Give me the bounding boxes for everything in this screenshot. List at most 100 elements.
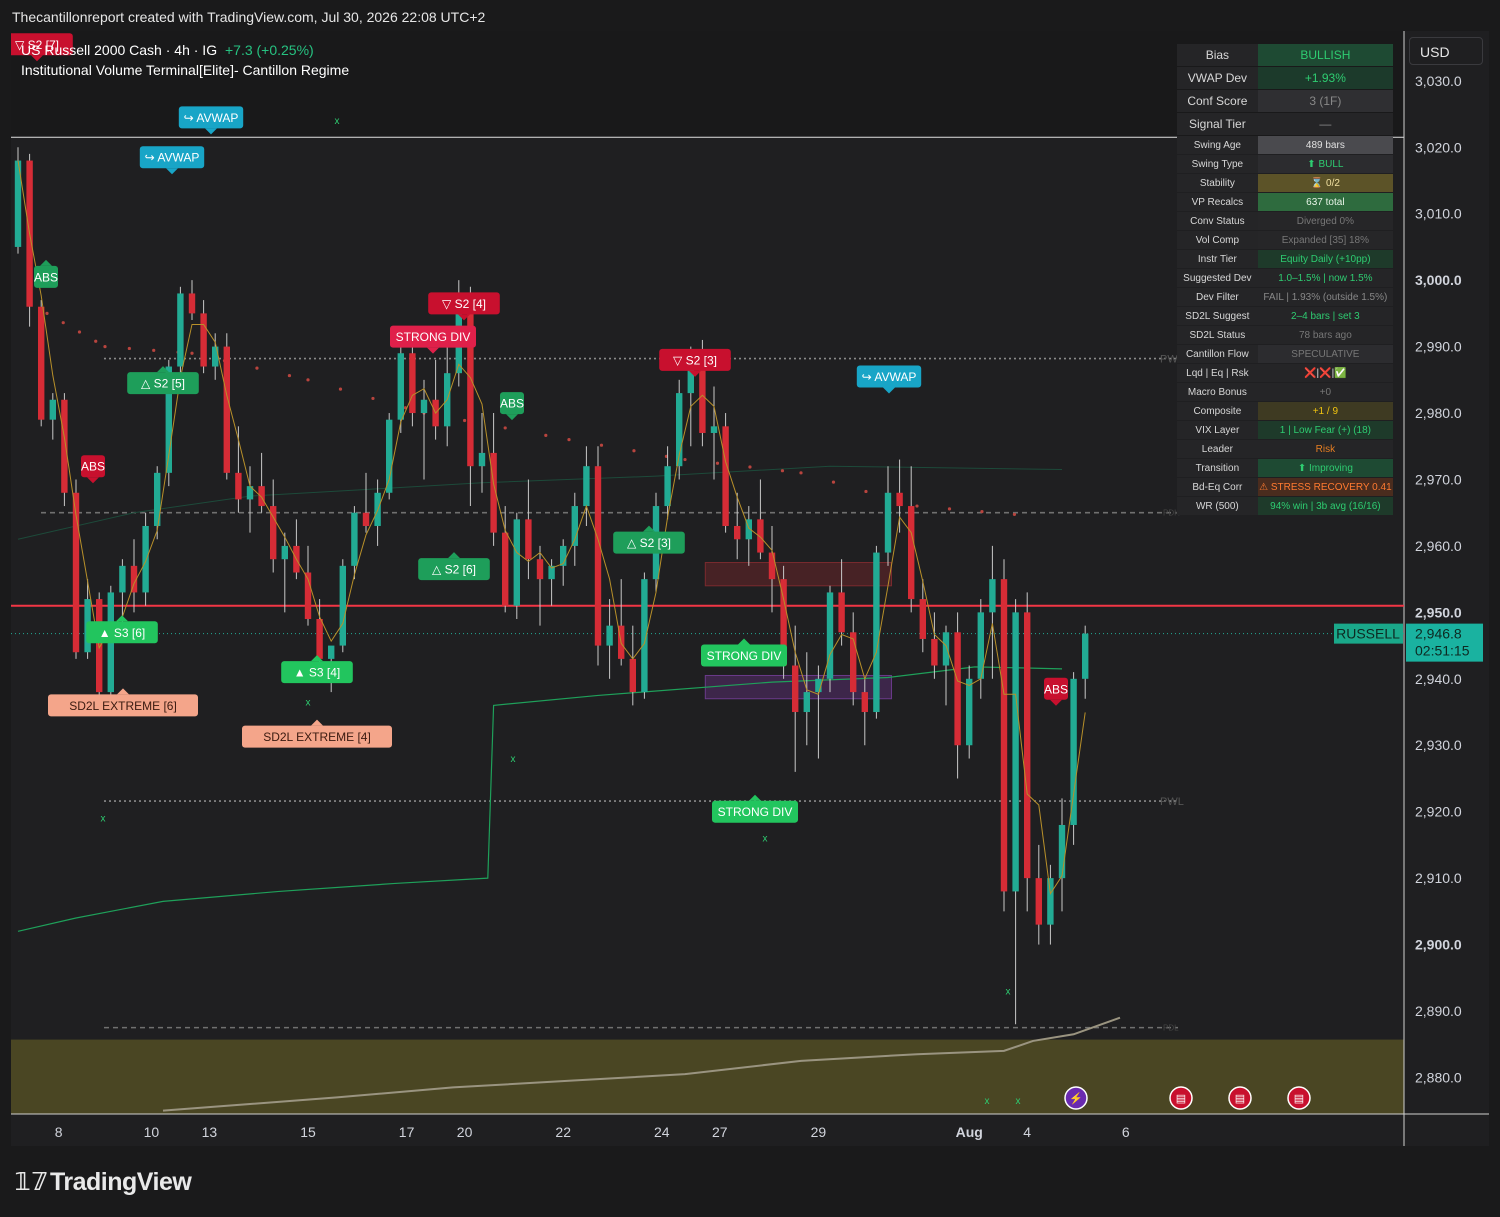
candle-up[interactable] — [989, 579, 996, 613]
indicator-name[interactable]: Institutional Volume Terminal[Elite]- Ca… — [21, 60, 349, 80]
candle-down[interactable] — [594, 466, 602, 646]
candle-up[interactable] — [513, 519, 520, 606]
candle-up[interactable] — [1058, 824, 1066, 879]
candle-down[interactable] — [502, 532, 509, 606]
candle-down[interactable] — [931, 638, 938, 666]
strong-div-label-text: STRONG DIV — [707, 649, 782, 663]
candle-down[interactable] — [919, 599, 926, 639]
y-tick-label: 3,030.0 — [1415, 73, 1462, 89]
candle-down[interactable] — [1000, 579, 1008, 892]
info-row: Composite +1 / 9 — [1177, 402, 1393, 420]
signal-x-marker: x — [1016, 1096, 1021, 1107]
abs-tag-text: ABS — [34, 270, 58, 284]
symbol-tag-text: RUSSELL — [1336, 626, 1400, 642]
trailing-stop-dot — [567, 438, 571, 442]
x-tick-label: 4 — [1023, 1124, 1031, 1140]
candle-up[interactable] — [583, 466, 590, 507]
candle-up[interactable] — [966, 678, 973, 746]
candle-down[interactable] — [61, 399, 68, 493]
candle-up[interactable] — [1012, 612, 1019, 892]
candle-down[interactable] — [908, 506, 915, 600]
candle-up[interactable] — [212, 346, 219, 367]
info-value: Risk — [1257, 440, 1393, 458]
candle-down[interactable] — [467, 293, 474, 467]
candle-up[interactable] — [606, 625, 613, 646]
trailing-stop-dot — [632, 449, 636, 453]
info-value: ❌|❌|✅ — [1257, 364, 1393, 382]
info-value: +1.93% — [1257, 67, 1393, 89]
candle-up[interactable] — [281, 545, 288, 560]
trailing-stop-dot — [45, 311, 49, 315]
info-key: VWAP Dev — [1177, 67, 1258, 89]
candle-down[interactable] — [734, 525, 741, 540]
candle-down[interactable] — [235, 472, 242, 500]
candle-up[interactable] — [420, 399, 428, 414]
candle-down[interactable] — [258, 486, 265, 507]
info-key: Macro Bonus — [1177, 383, 1258, 401]
candle-up[interactable] — [826, 592, 834, 679]
pdl-label: PDL — [1163, 1024, 1179, 1033]
y-tick-label: 2,880.0 — [1415, 1069, 1462, 1085]
candle-down[interactable] — [838, 592, 845, 633]
trailing-stop-dot — [715, 461, 720, 465]
candle-down[interactable] — [536, 559, 544, 580]
candle-up[interactable] — [339, 565, 346, 646]
candle-up[interactable] — [873, 552, 880, 713]
candle-up[interactable] — [119, 565, 126, 593]
candle-up[interactable] — [177, 293, 184, 367]
info-row: SD2L Suggest 2–4 bars | set 3 — [1177, 307, 1393, 325]
signal-x-marker: x — [335, 116, 340, 127]
candle-up[interactable] — [1082, 633, 1089, 679]
candle-down[interactable] — [1024, 612, 1031, 879]
x-tick-label: 6 — [1122, 1124, 1130, 1140]
info-row: Instr Tier Equity Daily (+10pp) — [1177, 250, 1393, 268]
candle-down[interactable] — [200, 313, 207, 367]
info-key: Vol Comp — [1177, 231, 1258, 249]
info-key: VIX Layer — [1177, 421, 1258, 439]
info-row: Conv Status Diverged 0% — [1177, 212, 1393, 230]
candle-up[interactable] — [1070, 678, 1077, 825]
candle-down[interactable] — [861, 692, 868, 713]
info-key: Signal Tier — [1177, 113, 1258, 135]
candle-up[interactable] — [49, 399, 56, 420]
trailing-stop-dot — [683, 457, 687, 462]
candle-down[interactable] — [38, 306, 45, 420]
candle-up[interactable] — [710, 426, 718, 433]
candle-down[interactable] — [722, 426, 729, 526]
candle-up[interactable] — [942, 632, 950, 666]
candle-up[interactable] — [478, 452, 486, 467]
candle-down[interactable] — [223, 346, 230, 473]
info-value: — — [1257, 113, 1393, 135]
candle-down[interactable] — [792, 665, 799, 713]
candle-down[interactable] — [768, 552, 776, 580]
info-value: 2–4 bars | set 3 — [1257, 307, 1393, 325]
candle-down[interactable] — [362, 512, 370, 526]
candle-up[interactable] — [142, 525, 149, 593]
info-value: 1.0–1.5% | now 1.5% — [1257, 269, 1393, 287]
candle-up[interactable] — [884, 492, 892, 553]
trailing-stop-dot — [152, 348, 156, 352]
signal-s2-4-text: ▽ S2 [4] — [442, 297, 486, 311]
candle-up[interactable] — [664, 466, 671, 507]
candle-down[interactable] — [1035, 878, 1042, 925]
symbol-title[interactable]: US Russell 2000 Cash · 4h · IG — [21, 42, 217, 58]
candle-down[interactable] — [954, 632, 961, 746]
tradingview-logo[interactable]: 𝟙𝟟TradingView — [14, 1167, 192, 1197]
candle-up[interactable] — [397, 353, 404, 420]
candle-up[interactable] — [803, 692, 810, 713]
candle-down[interactable] — [316, 619, 323, 659]
candle-down[interactable] — [896, 492, 903, 507]
candle-down[interactable] — [409, 353, 416, 414]
candle-down[interactable] — [629, 658, 636, 693]
info-value: Expanded [35] 18% — [1257, 231, 1393, 249]
candle-up[interactable] — [351, 512, 358, 566]
x-tick-label: 24 — [654, 1124, 670, 1140]
currency-button[interactable]: USD — [1409, 37, 1483, 65]
candle-up[interactable] — [1047, 878, 1054, 925]
candle-up[interactable] — [328, 645, 335, 659]
candle-down[interactable] — [525, 519, 532, 560]
candle-down[interactable] — [188, 293, 196, 314]
abs-tag-text: ABS — [81, 460, 105, 474]
candle-up[interactable] — [386, 419, 393, 493]
candle-down[interactable] — [850, 632, 857, 693]
